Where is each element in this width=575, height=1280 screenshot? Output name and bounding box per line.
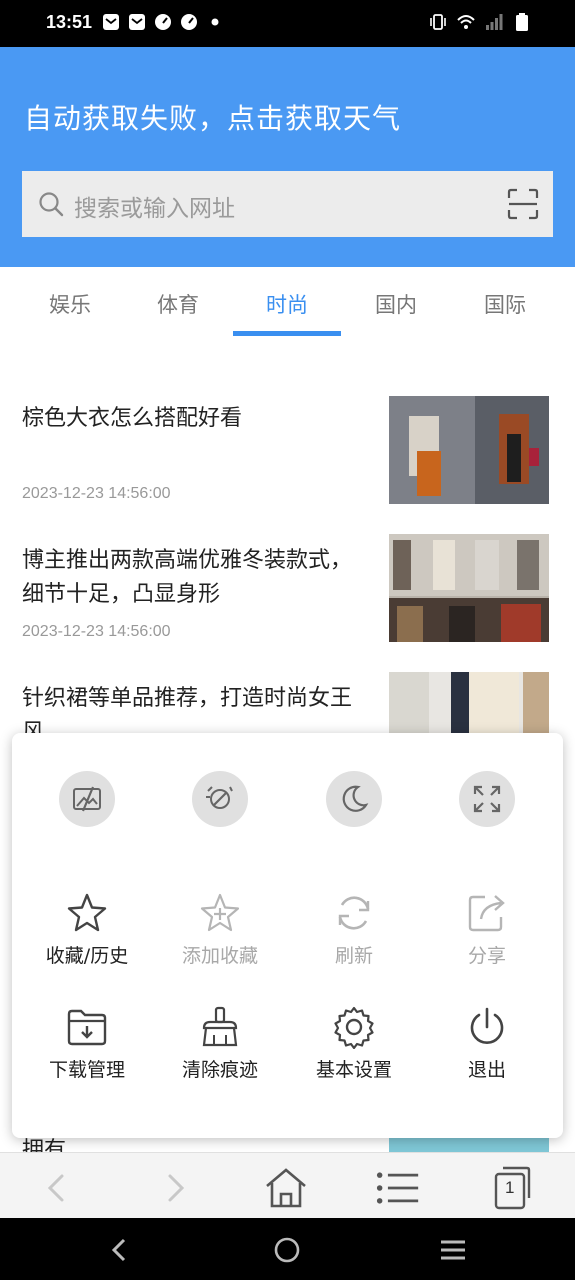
system-recents-icon[interactable] — [437, 1234, 469, 1266]
tab-domestic[interactable]: 国内 — [342, 289, 450, 319]
ad-block-button[interactable] — [192, 771, 248, 827]
share-icon — [468, 895, 505, 932]
news-time: 2023-12-23 14:56:00 — [22, 623, 171, 640]
notification-icons — [102, 13, 224, 31]
night-mode-icon — [342, 785, 369, 812]
no-image-mode-button[interactable] — [59, 771, 115, 827]
browser-screen: 13:51 自动获取失败，点击获取天气 搜索或输入网址 娱乐 体育 时尚 国内 … — [0, 0, 575, 1280]
vibrate-icon — [430, 14, 446, 30]
share-label: 分享 — [467, 945, 506, 967]
tab-count: 1 — [505, 1178, 515, 1197]
search-icon — [39, 192, 64, 217]
fullscreen-button[interactable] — [459, 771, 515, 827]
star-icon — [67, 893, 107, 932]
system-icons — [429, 13, 531, 31]
favorites-history-button[interactable]: 收藏/历史 — [32, 891, 142, 968]
active-tab-indicator — [233, 331, 341, 336]
news-thumbnail-partial — [389, 1138, 549, 1152]
speed-icon — [155, 14, 171, 30]
clear-traces-label: 清除痕迹 — [181, 1059, 258, 1081]
news-item[interactable]: 棕色大衣怎么搭配好看 2023-12-23 14:56:00 — [0, 396, 575, 506]
night-mode-button[interactable] — [326, 771, 382, 827]
weather-link[interactable]: 自动获取失败，点击获取天气 — [24, 97, 401, 137]
news-time: 2023-12-23 14:56:00 — [22, 485, 171, 502]
news-item[interactable]: 针织裙等单品推荐，打造时尚女王风 — [0, 672, 575, 734]
speed-icon — [181, 14, 197, 30]
search-placeholder: 搜索或输入网址 — [74, 196, 235, 222]
tab-fashion[interactable]: 时尚 — [233, 289, 341, 319]
address-search-bar[interactable]: 搜索或输入网址 — [22, 171, 553, 237]
system-nav-bar — [0, 1218, 575, 1280]
browser-menu-panel: 收藏/历史 添加收藏 刷新 分享 下载管理 清除痕迹 基本设置 退出 — [12, 733, 563, 1138]
news-title[interactable]: 针织裙等单品推荐，打造时尚女王风 — [22, 682, 362, 734]
exit-button[interactable]: 退出 — [432, 1005, 542, 1082]
tab-entertainment[interactable]: 娱乐 — [16, 289, 124, 319]
download-manager-label: 下载管理 — [48, 1059, 125, 1081]
share-button[interactable]: 分享 — [432, 891, 542, 968]
battery-icon — [516, 13, 528, 31]
download-folder-icon — [67, 1009, 107, 1046]
favorites-history-label: 收藏/历史 — [45, 945, 129, 967]
exit-label: 退出 — [467, 1059, 506, 1081]
system-home-icon[interactable] — [271, 1234, 303, 1266]
basic-settings-button[interactable]: 基本设置 — [299, 1005, 409, 1082]
gear-icon — [334, 1006, 374, 1049]
refresh-label: 刷新 — [334, 945, 373, 967]
status-time: 13:51 — [46, 12, 93, 32]
tabs-button[interactable]: 1 — [491, 1166, 535, 1210]
no-ads-icon — [206, 786, 233, 809]
broom-icon — [202, 1006, 238, 1047]
news-thumbnail[interactable] — [389, 534, 549, 642]
news-title[interactable]: 棕色大衣怎么搭配好看 — [22, 402, 362, 436]
browser-toolbar: 1 — [0, 1152, 575, 1218]
news-category-tabs: 娱乐 体育 时尚 国内 国际 — [0, 267, 575, 339]
scan-icon[interactable] — [507, 188, 539, 220]
power-icon — [470, 1007, 504, 1044]
refresh-button[interactable]: 刷新 — [299, 891, 409, 968]
add-favorite-button[interactable]: 添加收藏 — [165, 891, 275, 968]
add-star-icon — [200, 893, 240, 932]
tab-international[interactable]: 国际 — [451, 289, 559, 319]
news-title[interactable]: 博主推出两款高端优雅冬装款式，细节十足，凸显身形 — [22, 544, 362, 612]
signal-icon — [486, 14, 503, 30]
clear-traces-button[interactable]: 清除痕迹 — [165, 1005, 275, 1082]
back-icon[interactable] — [36, 1166, 80, 1210]
download-manager-button[interactable]: 下载管理 — [32, 1005, 142, 1082]
news-thumbnail[interactable] — [389, 396, 549, 504]
refresh-icon — [338, 896, 370, 930]
dot-icon — [211, 18, 219, 26]
mail-icon — [103, 14, 119, 30]
wifi-icon — [457, 15, 475, 29]
browser-header: 自动获取失败，点击获取天气 搜索或输入网址 — [0, 47, 575, 267]
add-favorite-label: 添加收藏 — [181, 945, 258, 967]
basic-settings-label: 基本设置 — [315, 1059, 392, 1081]
system-back-icon[interactable] — [104, 1234, 136, 1266]
home-icon[interactable] — [264, 1166, 308, 1210]
mail-icon — [129, 14, 145, 30]
status-bar: 13:51 — [0, 0, 575, 47]
news-item[interactable]: 博主推出两款高端优雅冬装款式，细节十足，凸显身形 2023-12-23 14:5… — [0, 534, 575, 644]
forward-icon[interactable] — [152, 1166, 196, 1210]
no-image-icon — [73, 786, 101, 812]
menu-list-icon[interactable] — [376, 1166, 420, 1210]
news-thumbnail[interactable] — [389, 672, 549, 734]
tab-sports[interactable]: 体育 — [124, 289, 232, 319]
fullscreen-icon — [473, 785, 501, 813]
